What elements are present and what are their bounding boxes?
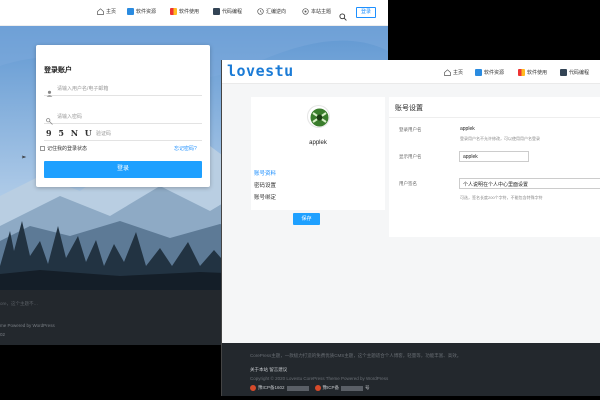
nav-item-apps[interactable]: 软件使用 xyxy=(170,8,199,15)
username-field[interactable]: 请输入用户名/电子邮箱 xyxy=(44,80,202,97)
username-label: 登录用户名 xyxy=(399,127,422,132)
footer-icp: 豫ICP备1602 豫ICP备 号 xyxy=(250,385,370,391)
front-footer: CorePress主题，一款极力打造的免费优质CMS主题，这个主题适合个人博客，… xyxy=(222,343,600,396)
icp-number-2[interactable]: 豫ICP备 xyxy=(323,385,340,391)
redacted-block xyxy=(286,385,309,391)
login-submit-button[interactable]: 登录 xyxy=(44,161,202,178)
nav-item-code[interactable]: 代码编程 xyxy=(213,8,242,15)
theme-icon xyxy=(302,8,309,15)
remember-label: 记住我的登录状态 xyxy=(47,146,88,152)
nav-item-code[interactable]: 代码编程 xyxy=(560,69,589,76)
nav-item-reverse[interactable]: 汇编逆向 xyxy=(257,8,286,15)
username-hint: 登录用户名不允许修改，可以使用用户名登录 xyxy=(460,136,540,141)
nickname-input[interactable]: applek xyxy=(459,151,529,162)
icp-suffix: 号 xyxy=(365,385,370,390)
nav-label: 本站主题 xyxy=(311,9,332,15)
footer-copyright: Copyright © 2020 Lovestu CorePress Theme… xyxy=(250,376,389,381)
menu-item-profile[interactable]: 账号资料 xyxy=(254,169,276,177)
divider xyxy=(389,117,600,118)
nav-label: 代码编程 xyxy=(569,70,590,76)
profile-card: applek xyxy=(251,97,385,169)
site-logo[interactable]: lovestu xyxy=(227,62,294,80)
nav-item-software[interactable]: 软件资源 xyxy=(127,8,156,15)
home-icon xyxy=(97,8,104,15)
forgot-password-link[interactable]: 忘记密码? xyxy=(174,145,197,152)
home-icon xyxy=(444,69,451,76)
settings-menu: 账号资料 密码设置 账号绑定 xyxy=(251,165,385,210)
remember-me-checkbox[interactable]: 记住我的登录状态 xyxy=(40,145,87,152)
police-badge-icon xyxy=(250,385,256,391)
software-icon xyxy=(475,69,482,76)
nav-item-software[interactable]: 软件资源 xyxy=(475,69,504,76)
checkbox-box[interactable] xyxy=(40,146,45,151)
footer-powered: me Powered by WordPress xyxy=(0,323,55,328)
top-navbar: lovestu 主页 软件资源 软件使用 代码编程 xyxy=(222,60,600,84)
redacted-block xyxy=(341,385,364,391)
top-navbar: 主页 软件资源 软件使用 代码编程 汇编逆向 本站主题 登录 xyxy=(0,0,388,26)
apps-icon xyxy=(170,8,177,15)
signature-label: 用户签名 xyxy=(399,181,417,186)
profile-username: applek xyxy=(309,140,327,146)
signature-input[interactable]: 个人说明在个人中心里面设置 xyxy=(459,178,600,189)
footer-description: CorePress主题，一款极力打造的免费优质CMS主题，这个主题适合个人博客，… xyxy=(250,353,462,358)
key-icon xyxy=(46,112,53,125)
nav-login-button[interactable]: 登录 xyxy=(356,7,376,18)
nav-label: 主页 xyxy=(106,9,117,15)
code-icon xyxy=(213,8,220,15)
captcha-image[interactable]: 9 5 N U xyxy=(46,128,94,138)
signature-hint: 可选，签名长度200个字符，不能包含特殊字符 xyxy=(460,195,543,200)
footer-links[interactable]: 关于本站 留言建议 xyxy=(250,367,287,373)
menu-item-password[interactable]: 密码设置 xyxy=(254,181,276,189)
username-value: applek xyxy=(460,126,475,132)
nav-item-home[interactable]: 主页 xyxy=(444,69,463,76)
nav-label: 软件资源 xyxy=(484,70,505,76)
nickname-label: 显示用户名 xyxy=(399,154,422,159)
settings-panel: 账号设置 登录用户名 applek 登录用户名不允许修改，可以使用用户名登录 显… xyxy=(389,97,600,237)
username-placeholder: 请输入用户名/电子邮箱 xyxy=(57,86,109,92)
footer-icp: 02 xyxy=(0,332,6,337)
settings-title: 账号设置 xyxy=(395,105,423,112)
password-placeholder: 请输入密码 xyxy=(57,114,83,120)
account-settings-window: lovestu 主页 软件资源 软件使用 代码编程 applek 账号资料 密码… xyxy=(221,60,600,396)
icp-number-1[interactable]: 豫ICP备1602 xyxy=(258,385,285,391)
nav-label: 软件资源 xyxy=(136,9,157,15)
menu-item-binding[interactable]: 账号绑定 xyxy=(254,193,276,201)
police-badge-icon xyxy=(314,385,321,391)
nav-label: 主页 xyxy=(453,70,464,76)
apps-icon xyxy=(518,69,525,76)
nav-label: 软件使用 xyxy=(527,70,548,76)
nav-label: 代码编程 xyxy=(222,9,243,15)
save-button[interactable]: 保存 xyxy=(293,213,320,225)
nav-label: 汇编逆向 xyxy=(266,9,287,15)
reverse-icon xyxy=(257,8,264,15)
nav-label: 软件使用 xyxy=(179,9,200,15)
login-card: 登录账户 请输入用户名/电子邮箱 请输入密码 验证码 9 5 N U 记住我的登… xyxy=(36,45,210,187)
nav-item-home[interactable]: 主页 xyxy=(97,8,116,15)
nav-item-apps[interactable]: 软件使用 xyxy=(518,69,547,76)
footer-description: ore，这个主题不… xyxy=(0,301,39,306)
login-title: 登录账户 xyxy=(44,67,72,74)
nav-item-theme[interactable]: 本站主题 xyxy=(302,8,331,15)
software-icon xyxy=(127,8,134,15)
password-field[interactable]: 请输入密码 xyxy=(44,108,202,125)
avatar[interactable] xyxy=(307,105,330,128)
captcha-placeholder: 验证码 xyxy=(96,131,112,137)
search-icon[interactable] xyxy=(339,8,347,21)
user-icon xyxy=(46,84,53,97)
code-icon xyxy=(560,69,567,76)
